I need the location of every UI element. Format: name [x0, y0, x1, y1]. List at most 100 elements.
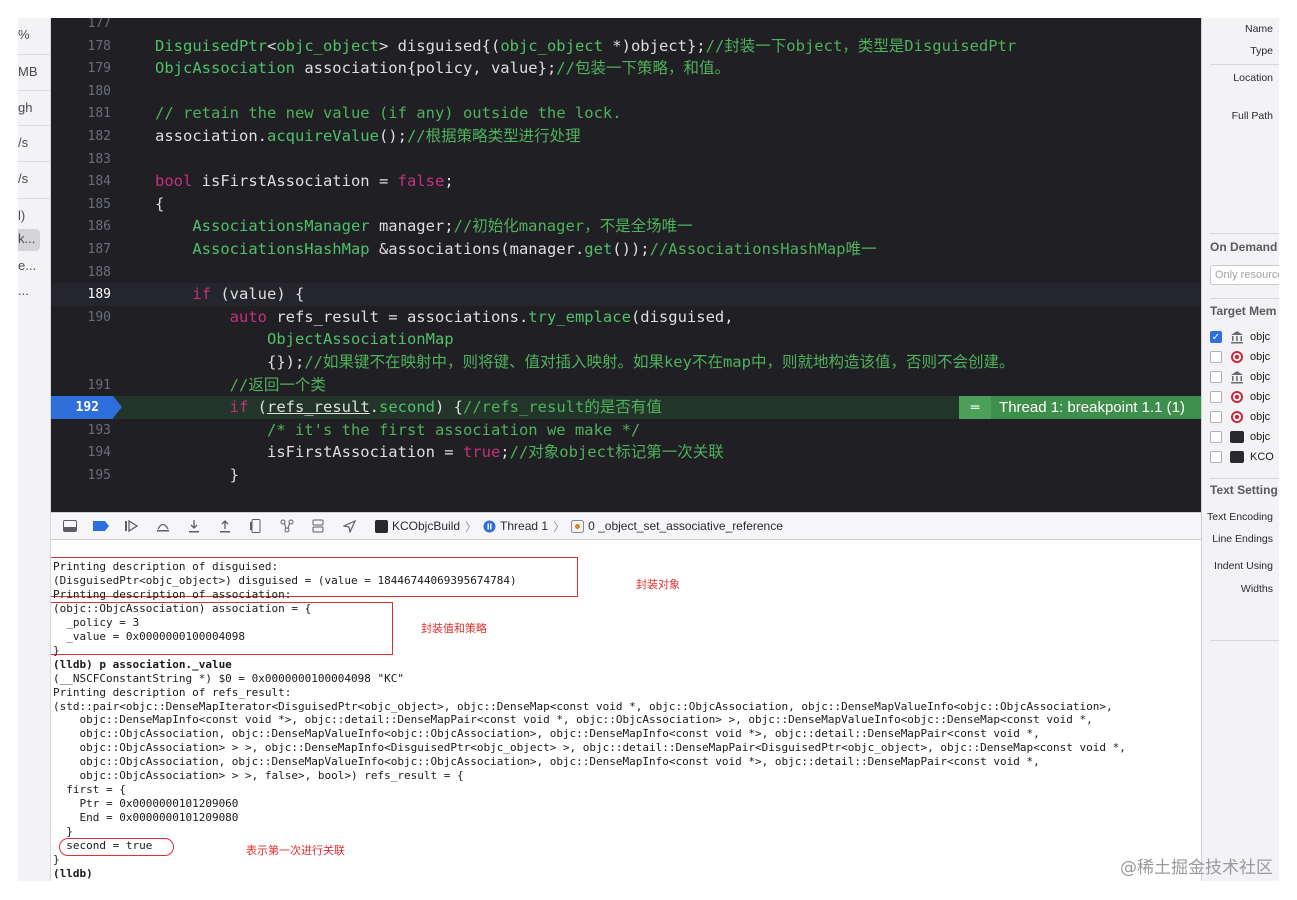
library-icon	[1230, 370, 1244, 384]
navigator-item[interactable]: k...	[18, 231, 50, 246]
line-number: 191	[87, 377, 111, 393]
target-checkbox[interactable]	[1210, 431, 1222, 443]
navigator-item[interactable]: l)	[18, 208, 50, 223]
code-line[interactable]: 191 //返回一个类	[51, 374, 1201, 397]
console-line: Ptr = 0x0000000101209060	[53, 797, 239, 811]
line-number: 194	[87, 445, 111, 461]
debug-console[interactable]: 封装对象 封装值和策略 表示第一次进行关联 Printing descripti…	[51, 540, 1201, 881]
only-resources-field[interactable]: Only resources	[1210, 265, 1279, 285]
navigator-item[interactable]: gh	[18, 100, 50, 115]
target-membership-row[interactable]: objc	[1210, 367, 1270, 387]
indent-using-label: Indent Using	[1214, 560, 1273, 572]
console-line: (std::pair<objc::DenseMapIterator<Disgui…	[53, 699, 1113, 713]
breadcrumb-frame[interactable]: 0 _object_set_associative_reference	[571, 519, 783, 533]
console-line: objc::ObjcAssociation> > >, objc::DenseM…	[53, 741, 1126, 755]
breadcrumb-thread[interactable]: Thread 1 〉	[483, 518, 565, 535]
code-line[interactable]: 195 }	[51, 464, 1201, 487]
navigator-item[interactable]: e...	[18, 258, 50, 273]
console-line: (lldb) p association._value	[53, 657, 232, 671]
breakpoints-toggle-icon[interactable]	[90, 515, 112, 537]
code-line[interactable]: ObjectAssociationMap	[51, 328, 1201, 351]
code-line[interactable]: 187 AssociationsHashMap &associations(ma…	[51, 238, 1201, 261]
code-line[interactable]: 192 if (refs_result.second) {//refs_resu…	[51, 396, 1201, 420]
console-line: Printing description of association:	[53, 587, 292, 601]
code-line[interactable]: 190 auto refs_result = associations.try_…	[51, 306, 1201, 329]
inspector-type-label: Type	[1250, 45, 1273, 57]
inspector-divider	[1210, 64, 1279, 65]
memory-graph-icon[interactable]	[276, 515, 298, 537]
code-line[interactable]: {});//如果键不在映射中，则将键、值对插入映射。如果key不在map中，则就…	[51, 351, 1201, 374]
view-hierarchy-icon[interactable]	[245, 515, 267, 537]
line-number: 178	[87, 38, 111, 54]
code-line[interactable]: 184 bool isFirstAssociation = false;	[51, 170, 1201, 193]
navigator-item[interactable]: %	[18, 27, 50, 42]
code-line[interactable]: 180	[51, 80, 1201, 103]
target-membership-row[interactable]: objc	[1210, 387, 1270, 407]
step-out-icon[interactable]	[214, 515, 236, 537]
code-line[interactable]: 182 association.acquireValue();//根据策略类型进行…	[51, 125, 1201, 148]
code-line[interactable]: 179 ObjcAssociation association{policy, v…	[51, 57, 1201, 80]
breadcrumb-target[interactable]: KCObjcBuild 〉	[375, 518, 477, 535]
console-line: (objc::ObjcAssociation) association = {	[53, 601, 312, 615]
line-number: 188	[87, 264, 111, 280]
step-into-icon[interactable]	[183, 515, 205, 537]
target-checkbox[interactable]	[1210, 391, 1222, 403]
target-checkbox[interactable]	[1210, 451, 1222, 463]
code-line[interactable]: 189 if (value) {	[51, 283, 1201, 307]
target-checkbox[interactable]: ✓	[1210, 331, 1222, 343]
code-line[interactable]: 178 DisguisedPtr<objc_object> disguised{(…	[51, 35, 1201, 58]
target-checkbox[interactable]	[1210, 371, 1222, 383]
code-text: isFirstAssociation = true;//对象object标记第一…	[155, 443, 724, 462]
navigator-divider	[18, 198, 50, 199]
target-checkbox[interactable]	[1210, 411, 1222, 423]
thread-breakpoint-badge[interactable]: ═ Thread 1: breakpoint 1.1 (1)	[959, 396, 1201, 420]
code-line[interactable]: 193 /* it's the first association we mak…	[51, 419, 1201, 442]
target-membership-row[interactable]: ✓ objc	[1210, 327, 1270, 347]
code-line[interactable]: 183	[51, 148, 1201, 171]
step-over-icon[interactable]	[152, 515, 174, 537]
widths-label: Widths	[1240, 583, 1273, 595]
navigator-item[interactable]: /s	[18, 135, 50, 150]
thread-badge-label: Thread 1: breakpoint 1.1 (1)	[999, 399, 1185, 417]
continue-icon[interactable]	[121, 515, 143, 537]
target-membership-row[interactable]: objc	[1210, 407, 1270, 427]
simulate-location-icon[interactable]	[338, 515, 360, 537]
annotation-label-second: 表示第一次进行关联	[246, 844, 345, 857]
equals-icon: ═	[959, 396, 992, 420]
target-name: objc	[1250, 351, 1271, 363]
target-membership-row[interactable]: objc	[1210, 347, 1270, 367]
code-text: association.acquireValue();//根据策略类型进行处理	[155, 127, 581, 145]
target-icon	[1230, 350, 1244, 364]
inspector-full-path-label: Full Path	[1231, 110, 1273, 122]
file-inspector: Name Type Location Full Path On Demand O…	[1201, 18, 1279, 881]
target-membership-row[interactable]: objc	[1210, 427, 1270, 447]
console-line: second = true	[53, 839, 153, 852]
target-membership-row[interactable]: KCO	[1210, 447, 1274, 467]
inspector-divider	[1210, 478, 1279, 479]
code-text: ObjcAssociation association{policy, valu…	[155, 59, 730, 78]
line-number: 186	[87, 219, 111, 235]
target-name: objc	[1250, 431, 1271, 443]
navigator-item[interactable]: MB	[18, 64, 50, 79]
line-number: 177	[87, 18, 111, 31]
target-membership-section-title: Target Mem	[1210, 304, 1277, 318]
code-editor[interactable]: 177 178 DisguisedPtr<objc_object> disguise…	[51, 18, 1201, 512]
code-line[interactable]: 181 // retain the new value (if any) outs…	[51, 102, 1201, 125]
target-icon	[1230, 410, 1244, 424]
code-line[interactable]: 186 AssociationsManager manager;//初始化man…	[51, 215, 1201, 238]
navigator-strip: % MB gh/s/s l) k... e......	[18, 18, 51, 881]
watermark: @稀土掘金技术社区	[1120, 858, 1273, 878]
navigator-item[interactable]: ...	[18, 283, 50, 298]
hide-debug-area-icon[interactable]	[59, 515, 81, 537]
inspector-divider	[1210, 298, 1279, 299]
target-checkbox[interactable]	[1210, 351, 1222, 363]
navigator-item[interactable]: /s	[18, 171, 50, 186]
code-line[interactable]: 177	[51, 18, 1201, 35]
library-icon	[1230, 330, 1244, 344]
code-line[interactable]: 194 isFirstAssociation = true;//对象object…	[51, 441, 1201, 464]
inspector-location-label: Location	[1233, 72, 1273, 84]
code-line[interactable]: 185 {	[51, 193, 1201, 216]
code-line[interactable]: 188	[51, 261, 1201, 284]
line-number: 195	[87, 468, 111, 483]
environment-overrides-icon[interactable]	[307, 515, 329, 537]
